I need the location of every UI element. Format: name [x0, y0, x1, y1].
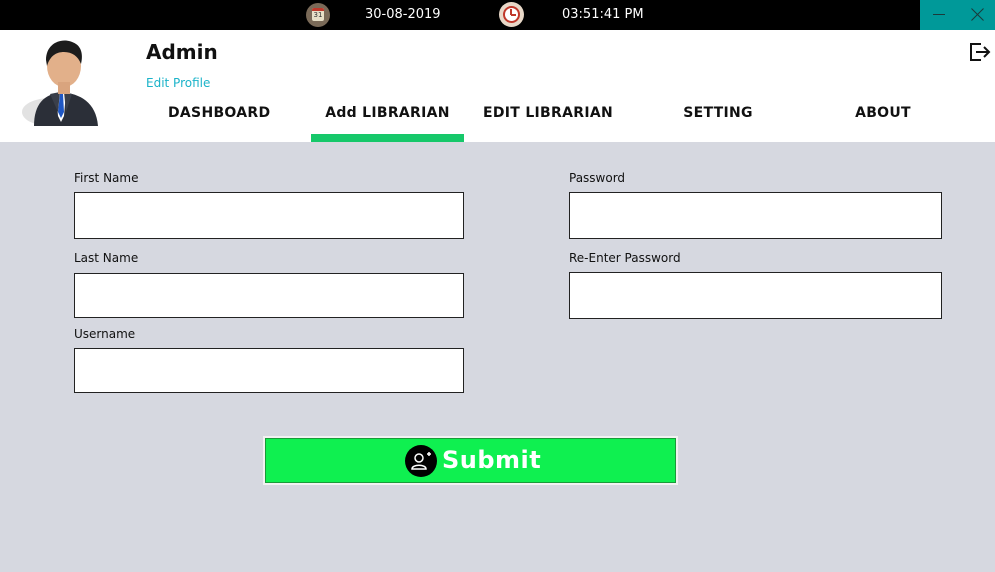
first-name-field[interactable]	[74, 192, 464, 239]
reenter-password-field[interactable]	[569, 272, 942, 319]
minimize-button[interactable]	[920, 0, 957, 30]
last-name-field[interactable]	[74, 273, 464, 318]
submit-label: Submit	[442, 446, 542, 474]
username-label: Username	[74, 327, 136, 341]
clock-icon	[499, 2, 524, 27]
current-time: 03:51:41 PM	[562, 7, 644, 22]
password-field[interactable]	[569, 192, 942, 239]
last-name-label: Last Name	[74, 251, 139, 265]
password-label: Password	[569, 171, 626, 185]
logout-icon[interactable]	[967, 40, 991, 64]
admin-avatar-icon	[22, 40, 98, 126]
tab-setting[interactable]: SETTING	[682, 104, 754, 142]
calendar-icon: 31	[306, 3, 330, 27]
current-date: 30-08-2019	[365, 7, 441, 22]
admin-name: Admin	[146, 40, 218, 64]
tab-dashboard[interactable]: DASHBOARD	[168, 104, 270, 142]
tab-about[interactable]: ABOUT	[853, 104, 913, 142]
tab-edit-librarian[interactable]: EDIT LIBRARIAN	[482, 104, 614, 142]
first-name-label: First Name	[74, 171, 139, 185]
submit-button[interactable]: Submit	[263, 436, 678, 485]
calendar-icon-day: 31	[312, 8, 324, 21]
header: Admin Edit Profile DASHBOARD Add LIBRARI…	[0, 30, 995, 142]
add-user-icon	[405, 445, 437, 477]
tab-add-librarian[interactable]: Add LIBRARIAN	[311, 104, 464, 142]
edit-profile-link[interactable]: Edit Profile	[146, 76, 210, 90]
top-status-bar: 31 30-08-2019 03:51:41 PM	[0, 0, 995, 30]
window-controls	[920, 0, 995, 30]
reenter-password-label: Re-Enter Password	[569, 251, 681, 265]
username-field[interactable]	[74, 348, 464, 393]
close-button[interactable]	[957, 0, 995, 30]
